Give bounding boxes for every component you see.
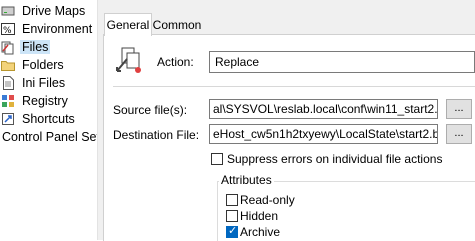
tree-item-label: Shortcuts (22, 112, 75, 126)
tree-item-shortcuts[interactable]: Shortcuts (0, 110, 75, 128)
source-browse-button[interactable]: ... (446, 99, 472, 119)
action-selected-value: Replace (215, 55, 260, 69)
action-label: Action: (157, 55, 194, 69)
files-icon (0, 39, 16, 55)
ini-files-icon (0, 75, 16, 91)
tree-item-label: Registry (22, 94, 68, 108)
tree-item-label: Control Panel Sett (2, 130, 97, 144)
shortcuts-icon (0, 111, 16, 127)
action-dropdown[interactable]: Replace (209, 51, 475, 73)
tab-common[interactable]: Common (152, 15, 202, 34)
source-file-label: Source file(s): (113, 103, 188, 117)
svg-text:%: % (3, 26, 12, 36)
tree-item-drive-maps[interactable]: Drive Maps (0, 2, 85, 20)
archive-label: Archive (240, 225, 281, 239)
tree-item-ini-files[interactable]: Ini Files (0, 74, 65, 92)
tree-item-label: Environment (22, 22, 93, 36)
tab-general[interactable]: General (104, 13, 152, 36)
tree-item-environment[interactable]: % Environment (0, 20, 92, 38)
navigation-tree: Drive Maps % Environment Files Folders I… (0, 0, 97, 240)
tree-item-label: Folders (22, 58, 64, 72)
hidden-checkbox[interactable] (226, 210, 238, 222)
destination-file-label: Destination File: (113, 128, 200, 142)
browse-button-label: ... (454, 102, 464, 114)
drive-maps-icon (0, 3, 16, 19)
destination-browse-button[interactable]: ... (446, 124, 472, 144)
suppress-errors-checkbox[interactable] (211, 153, 223, 165)
destination-file-value: eHost_cw5n1h2txyewy\LocalState\start2.bi… (213, 127, 438, 141)
source-file-input[interactable]: al\SYSVOL\reslab.local\conf\win11_start2… (209, 99, 438, 119)
tree-item-label: Drive Maps (22, 4, 86, 18)
tab-label: General (106, 18, 150, 32)
tree-item-label: Files (20, 40, 51, 54)
section-divider (113, 86, 475, 87)
tree-item-folders[interactable]: Folders (0, 56, 64, 74)
registry-icon (0, 93, 16, 109)
tab-label: Common (152, 17, 202, 32)
read-only-checkbox[interactable] (226, 194, 238, 206)
destination-file-input[interactable]: eHost_cw5n1h2txyewy\LocalState\start2.bi… (209, 124, 438, 144)
action-icon (113, 45, 143, 75)
tree-item-files[interactable]: Files (0, 38, 51, 56)
suppress-errors-label: Suppress errors on individual file actio… (227, 152, 443, 166)
read-only-label: Read-only (240, 193, 295, 207)
folders-icon (0, 57, 16, 73)
tree-item-label: Ini Files (22, 76, 66, 90)
tree-item-registry[interactable]: Registry (0, 92, 68, 110)
tree-item-control-panel[interactable]: Control Panel Sett (0, 128, 97, 146)
source-file-value: al\SYSVOL\reslab.local\conf\win11_start2… (213, 102, 438, 116)
archive-checkbox[interactable] (226, 224, 238, 238)
environment-icon: % (0, 21, 16, 37)
attributes-legend: Attributes (219, 173, 274, 187)
hidden-label: Hidden (240, 209, 279, 223)
browse-button-label: ... (454, 127, 464, 139)
